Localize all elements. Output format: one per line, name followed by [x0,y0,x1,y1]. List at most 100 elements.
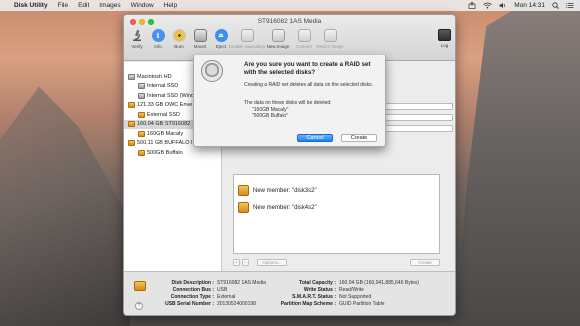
sidebar-item-500gb-buffalo[interactable]: 500GB Buffalo [124,148,221,158]
raid-name-field[interactable] [383,103,453,110]
info-button[interactable]: i Info [148,29,168,49]
info-value: 160.04 GB (160,041,885,646 Bytes) [339,280,420,286]
info-key: Disk Description : [171,280,214,286]
menu-help[interactable]: Help [164,2,177,9]
raid-button-row: + − Options... Create [233,258,440,267]
external-disk-icon [238,202,249,213]
new-image-icon [271,29,285,42]
hard-disk-icon [138,83,145,90]
raid-members-list[interactable]: New member: "disk3s2" New member: "disk4… [233,174,440,254]
share-icon[interactable] [468,2,476,9]
menu-file[interactable]: File [58,2,68,9]
sidebar-item-label: 500.11 GB BUFFALO I [137,140,193,147]
hard-disk-icon [138,92,145,99]
raid-format-select[interactable] [383,114,453,121]
raid-type-select[interactable] [383,125,453,132]
info-value: 20130524000198 [217,301,256,307]
menu-images[interactable]: Images [99,2,120,9]
resize-image-button[interactable]: Resize Image [315,29,345,49]
info-value: GUID Partition Table [339,301,385,307]
sidebar-item-label: 121.33 GB OWC Enve [137,102,193,109]
menu-clock[interactable]: Mon 14:31 [514,2,545,9]
wifi-icon[interactable] [483,2,493,9]
new-image-button[interactable]: New Image [263,29,293,49]
mount-label: Mount [193,44,207,49]
info-right-column: Total Capacity :160.04 GB (160,041,885,6… [274,280,419,308]
options-button[interactable]: Options... [257,259,287,266]
eject-label: Eject [215,44,226,49]
info-key: S.M.A.R.T. Status : [292,294,336,300]
info-key: Connection Type : [170,294,214,300]
mount-button[interactable]: Mount [190,29,210,49]
sidebar-item-label: Internal SSD [147,83,179,90]
notification-center-icon[interactable] [566,2,574,9]
sidebar-item-label: 160.04 GB ST916082 [137,121,191,128]
info-value: Not Supported [339,294,372,300]
convert-button[interactable]: Convert [294,29,314,49]
log-label: Log [440,43,449,48]
dialog-title: Are you sure you want to create a RAID s… [244,61,371,76]
menu-edit[interactable]: Edit [78,2,89,9]
member-label: New member: "disk4s2" [253,204,317,211]
info-value: External [217,294,236,300]
external-disk-icon [128,102,135,109]
resize-image-label: Resize Image [316,44,344,49]
microscope-icon [131,29,144,42]
eject-icon: ⏏ [214,29,228,42]
spotlight-search-icon[interactable] [552,2,559,9]
enable-journaling-button[interactable]: Enable Journaling [228,29,266,49]
toolbar: Verify i Info Burn Mount ⏏ Eject Enable … [127,29,346,49]
hard-disk-icon [128,73,135,80]
list-item[interactable]: New member: "disk4s2" [238,202,317,213]
log-icon [438,29,451,41]
window-title: ST916082 1AS Media [257,18,322,25]
info-key: Connection Bus : [172,287,214,293]
desktop-wallpaper-right [455,0,580,326]
burn-label: Burn [174,44,184,49]
resize-image-icon [323,29,337,42]
info-icon: i [151,29,165,42]
external-disk-icon [128,121,135,128]
sidebar-item-label: Internal SSD (Windo [147,92,198,99]
help-button[interactable]: ? [135,302,143,310]
sidebar-item-label: 160GB Macaly [147,130,184,137]
enable-journaling-label: Enable Journaling [228,44,266,49]
burn-disc-icon [172,29,186,42]
sidebar-item-label: Macintosh HD [137,73,172,80]
add-member-button[interactable]: + [233,259,240,266]
info-key: Partition Map Scheme : [280,301,336,307]
log-button[interactable]: Log [438,29,451,48]
disk-utility-app-icon [201,60,223,82]
convert-icon [297,29,311,42]
create-button[interactable]: Create [341,134,377,142]
verify-button[interactable]: Verify [127,29,147,49]
menu-app-name[interactable]: Disk Utility [14,2,48,9]
info-left-column: Disk Description : ST916082 1AS Media Con… [144,280,266,308]
burn-button[interactable]: Burn [169,29,189,49]
info-key: Total Capacity : [299,280,336,286]
member-label: New member: "disk3s2" [253,187,317,194]
info-value: ST916082 1AS Media [217,280,266,286]
volume-icon[interactable] [499,2,507,9]
new-image-label: New Image [266,44,290,49]
dialog-body-warning: Creating a RAID set deletes all data on … [244,82,373,88]
sidebar-item-label: External SSD [147,111,181,118]
convert-label: Convert [296,44,312,49]
create-raid-button[interactable]: Create [410,259,440,266]
info-value: Read/Write [339,287,364,293]
info-key: USB Serial Number : [165,301,214,307]
cancel-button[interactable]: Cancel [297,134,333,142]
list-item[interactable]: New member: "disk3s2" [238,185,317,196]
dialog-body-list-heading: The data on these disks will be deleted: [244,100,332,106]
external-disk-icon [138,149,145,156]
external-disk-icon [138,130,145,137]
info-value: USB [217,287,228,293]
external-disk-icon [138,111,145,118]
info-label: Info [154,44,162,49]
remove-member-button[interactable]: − [242,259,249,266]
sidebar-item-label: 500GB Buffalo [147,149,183,156]
dialog-disk-name: "500GB Buffalo" [252,113,288,119]
raid-confirm-dialog: Are you sure you want to create a RAID s… [193,55,386,147]
menu-window[interactable]: Window [131,2,154,9]
mount-icon [193,29,207,42]
